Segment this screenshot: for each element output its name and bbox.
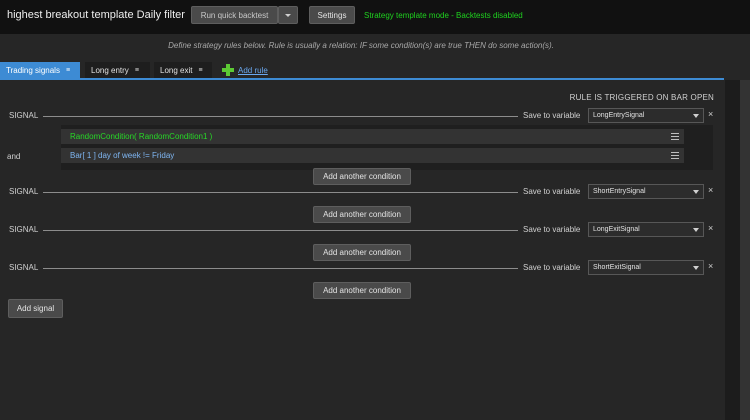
top-toolbar: highest breakout template Daily filter R… [0,0,750,34]
add-condition-button[interactable]: Add another condition [313,282,411,299]
close-icon[interactable]: × [708,261,713,271]
variable-select-value: LongEntrySignal [593,112,645,119]
tab-strip: Trading signals ≡ Long entry ≡ Long exit… [0,58,724,80]
instruction-text: Define strategy rules below. Rule is usu… [168,41,554,50]
page-title: highest breakout template Daily filter [7,9,185,21]
close-icon[interactable]: × [708,185,713,195]
signal-row-2: SIGNAL Save to variable ShortEntrySignal… [0,184,724,200]
tab-label: Long exit [160,65,193,75]
signal-label: SIGNAL [9,225,39,234]
vertical-scrollbar[interactable] [740,80,750,420]
signal-row-3: SIGNAL Save to variable LongExitSignal × [0,222,724,238]
tab-long-exit[interactable]: Long exit ≡ [154,62,212,78]
settings-button[interactable]: Settings [309,6,355,24]
variable-select[interactable]: LongExitSignal [588,222,704,237]
variable-select[interactable]: ShortExitSignal [588,260,704,275]
save-to-variable-label: Save to variable [523,111,581,120]
plus-icon [222,64,234,76]
condition-text[interactable]: Bar[ 1 ] day of week != Friday [70,151,174,160]
close-icon[interactable]: × [708,223,713,233]
add-condition-button[interactable]: Add another condition [313,168,411,185]
add-signal-button[interactable]: Add signal [8,299,63,318]
add-condition-button[interactable]: Add another condition [313,244,411,261]
tab-trading-signals[interactable]: Trading signals ≡ [0,62,80,78]
add-rule-link[interactable]: Add rule [222,64,268,76]
add-rule-label[interactable]: Add rule [238,66,268,75]
chevron-down-icon [285,13,291,17]
menu-icon[interactable] [671,152,679,159]
signal-row-1: SIGNAL Save to variable LongEntrySignal … [0,108,724,124]
rule-trigger-label: RULE IS TRIGGERED ON BAR OPEN [569,93,714,102]
divider [43,192,518,193]
save-to-variable-label: Save to variable [523,225,581,234]
save-to-variable-label: Save to variable [523,187,581,196]
condition-row[interactable]: RandomCondition( RandomCondition1 ) [61,129,684,144]
signal-label: SIGNAL [9,263,39,272]
tab-menu-icon[interactable]: ≡ [198,67,202,74]
divider [43,268,518,269]
chevron-down-icon [693,113,699,118]
condition-operator: and [7,152,21,161]
run-backtest-dropdown-button[interactable] [278,6,298,24]
variable-select[interactable]: LongEntrySignal [588,108,704,123]
close-icon[interactable]: × [708,109,713,119]
chevron-down-icon [693,227,699,232]
signal-label: SIGNAL [9,187,39,196]
variable-select-value: LongExitSignal [593,226,640,233]
run-quick-backtest-button[interactable]: Run quick backtest [191,6,278,24]
variable-select-value: ShortExitSignal [593,264,641,271]
mode-text: Strategy template mode [364,11,449,20]
condition-text[interactable]: RandomCondition( RandomCondition1 ) [70,132,212,141]
tab-menu-icon[interactable]: ≡ [135,67,139,74]
chevron-down-icon [693,265,699,270]
variable-select-value: ShortEntrySignal [593,188,646,195]
tab-label: Trading signals [6,65,60,75]
condition-row[interactable]: Bar[ 1 ] day of week != Friday [61,148,684,163]
variable-select[interactable]: ShortEntrySignal [588,184,704,199]
tab-label: Long entry [91,65,129,75]
add-condition-button[interactable]: Add another condition [313,206,411,223]
signal-label: SIGNAL [9,111,39,120]
tab-long-entry[interactable]: Long entry ≡ [85,62,150,78]
signal-row-4: SIGNAL Save to variable ShortExitSignal … [0,260,724,276]
save-to-variable-label: Save to variable [523,263,581,272]
tab-menu-icon[interactable]: ≡ [66,67,70,74]
divider [43,230,518,231]
menu-icon[interactable] [671,133,679,140]
divider [43,116,518,117]
strategy-mode-status: Strategy template mode - Backtests disab… [364,11,523,20]
mode-separator: - [448,11,457,20]
chevron-down-icon [693,189,699,194]
mode-subtext: Backtests disabled [456,11,523,20]
